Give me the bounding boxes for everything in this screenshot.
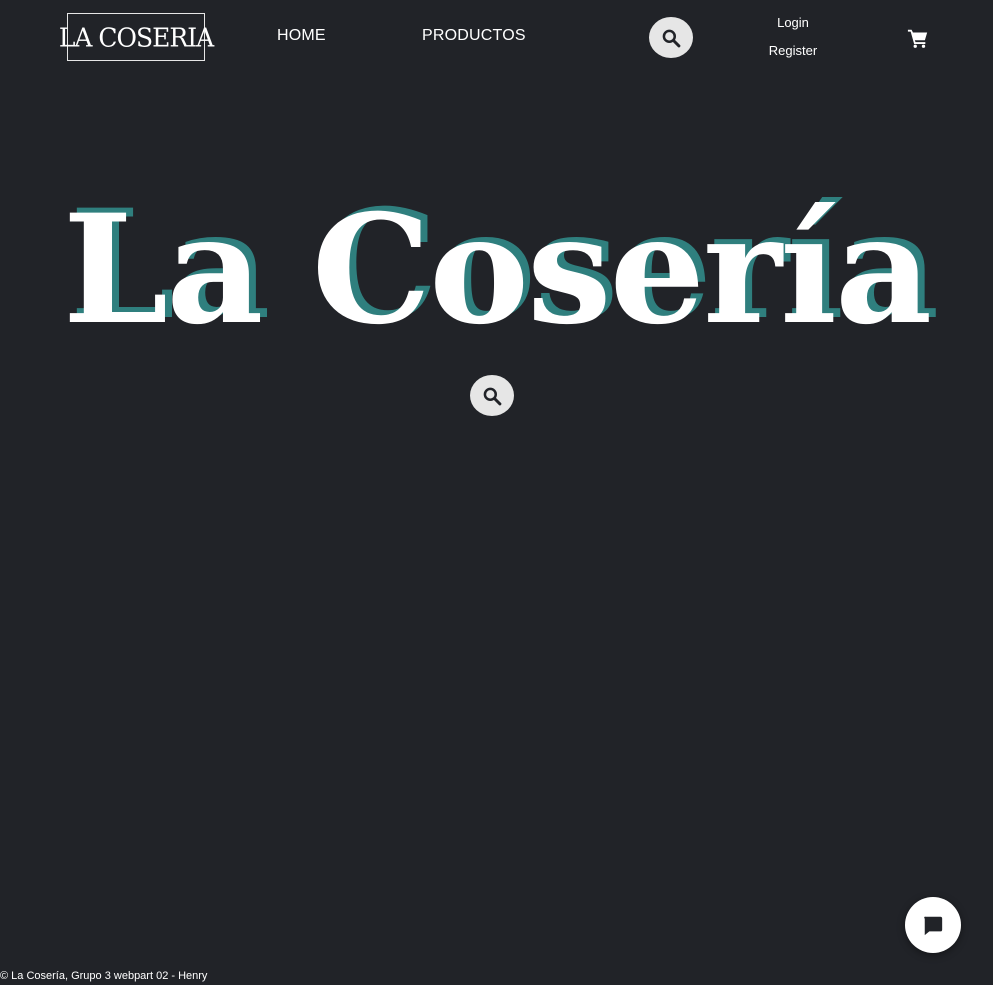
- chat-bubble-icon: [924, 916, 943, 936]
- footer-copyright: © La Cosería, Grupo 3 webpart 02 - Henry: [0, 970, 208, 982]
- hero-title: La Cosería: [62, 182, 932, 358]
- chat-button[interactable]: [905, 897, 961, 953]
- login-link[interactable]: Login: [758, 15, 828, 30]
- hero-search-button[interactable]: [470, 375, 514, 416]
- nav-productos-link[interactable]: PRODUCTOS: [422, 27, 526, 45]
- logo-text: LA COSERIA: [58, 21, 214, 53]
- search-icon: [662, 29, 681, 47]
- search-icon: [483, 387, 502, 405]
- nav-home-link[interactable]: HOME: [277, 27, 326, 45]
- register-link[interactable]: Register: [758, 43, 828, 58]
- cart-icon[interactable]: [907, 27, 929, 49]
- header-search-button[interactable]: [649, 17, 693, 58]
- page: LA COSERIA HOME PRODUCTOS Login Register…: [0, 0, 993, 985]
- site-logo[interactable]: LA COSERIA: [59, 13, 214, 61]
